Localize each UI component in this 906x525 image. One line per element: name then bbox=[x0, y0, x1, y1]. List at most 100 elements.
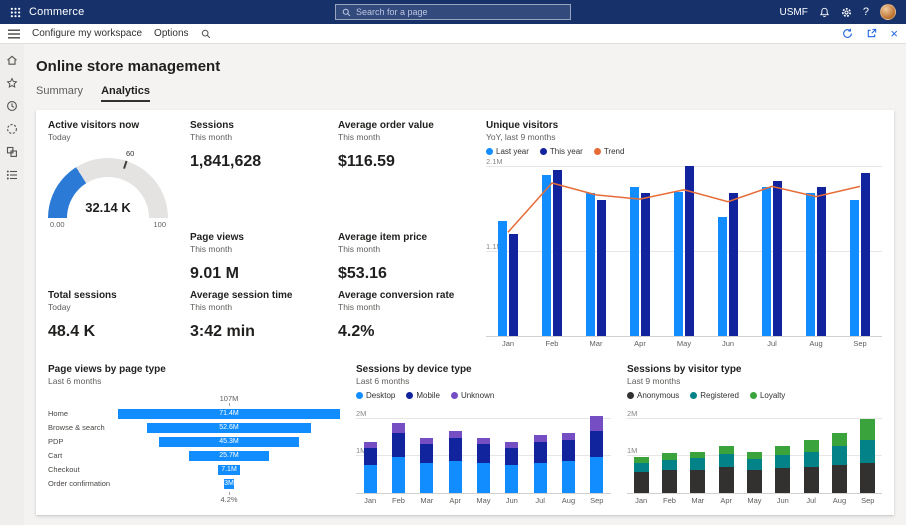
company-selector[interactable]: USMF bbox=[780, 7, 808, 18]
kpi-total-sessions[interactable]: Total sessions Today 48.4 K bbox=[48, 290, 190, 352]
funnel-bar[interactable]: 52.6M bbox=[147, 423, 311, 433]
bar-segment[interactable] bbox=[804, 452, 819, 467]
bar-segment[interactable] bbox=[832, 465, 847, 493]
bar[interactable] bbox=[685, 166, 694, 336]
bar[interactable] bbox=[542, 175, 551, 337]
bar[interactable] bbox=[718, 217, 727, 336]
bar-segment[interactable] bbox=[747, 452, 762, 460]
bar-segment[interactable] bbox=[534, 442, 547, 463]
notifications-bell-icon[interactable] bbox=[819, 7, 830, 18]
bar-segment[interactable] bbox=[775, 446, 790, 455]
bar-segment[interactable] bbox=[590, 431, 603, 457]
bar-segment[interactable] bbox=[804, 440, 819, 451]
stacked-bar[interactable] bbox=[534, 410, 547, 493]
funnel-bar[interactable]: 3M bbox=[224, 479, 233, 489]
bar-segment[interactable] bbox=[662, 460, 677, 471]
rail-home-icon[interactable] bbox=[6, 54, 18, 66]
legend-item[interactable]: Last year bbox=[486, 147, 529, 156]
stacked-bar[interactable] bbox=[662, 410, 677, 493]
stacked-bar[interactable] bbox=[449, 410, 462, 493]
bar-segment[interactable] bbox=[634, 472, 649, 493]
stacked-bar[interactable] bbox=[392, 410, 405, 493]
bar-segment[interactable] bbox=[449, 431, 462, 439]
bar-segment[interactable] bbox=[562, 433, 575, 440]
bar-segment[interactable] bbox=[534, 463, 547, 493]
bar-segment[interactable] bbox=[420, 444, 433, 463]
bar-segment[interactable] bbox=[747, 470, 762, 493]
stacked-bar[interactable] bbox=[505, 410, 518, 493]
funnel-bar[interactable]: 7.1M bbox=[218, 465, 240, 475]
bar-segment[interactable] bbox=[832, 433, 847, 446]
global-search[interactable] bbox=[335, 4, 571, 20]
bar-segment[interactable] bbox=[662, 470, 677, 493]
bar-segment[interactable] bbox=[634, 463, 649, 472]
bar-segment[interactable] bbox=[775, 455, 790, 468]
rail-favorites-star-icon[interactable] bbox=[6, 77, 18, 89]
bar[interactable] bbox=[630, 187, 639, 336]
bar[interactable] bbox=[817, 187, 826, 336]
funnel-bar[interactable]: 71.4M bbox=[118, 409, 340, 419]
popout-icon[interactable] bbox=[866, 28, 877, 39]
toolbar-search-icon[interactable] bbox=[201, 29, 211, 39]
funnel-bar[interactable]: 25.7M bbox=[189, 451, 269, 461]
kpi-average-item-price[interactable]: Average item price This month $53.16 bbox=[338, 232, 486, 290]
stacked-bar[interactable] bbox=[719, 410, 734, 493]
rail-workspaces-icon[interactable] bbox=[6, 146, 18, 158]
bar-segment[interactable] bbox=[477, 444, 490, 463]
tab-summary[interactable]: Summary bbox=[36, 85, 83, 102]
bar[interactable] bbox=[586, 193, 595, 336]
bar[interactable] bbox=[674, 192, 683, 337]
bar-segment[interactable] bbox=[505, 448, 518, 465]
bar-segment[interactable] bbox=[719, 454, 734, 467]
bar-segment[interactable] bbox=[860, 419, 875, 440]
bar-segment[interactable] bbox=[534, 435, 547, 442]
bar-segment[interactable] bbox=[747, 459, 762, 470]
bar-segment[interactable] bbox=[392, 423, 405, 432]
bar-segment[interactable] bbox=[562, 440, 575, 461]
bar-segment[interactable] bbox=[562, 461, 575, 493]
bar-segment[interactable] bbox=[860, 463, 875, 493]
bar-segment[interactable] bbox=[477, 463, 490, 493]
stacked-bar[interactable] bbox=[420, 410, 433, 493]
bar-segment[interactable] bbox=[719, 467, 734, 493]
kpi-page-views[interactable]: Page views This month 9.01 M bbox=[190, 232, 338, 290]
kpi-average-conversion-rate[interactable]: Average conversion rate This month 4.2% bbox=[338, 290, 486, 352]
stacked-bar[interactable] bbox=[747, 410, 762, 493]
bar-segment[interactable] bbox=[860, 440, 875, 463]
bar[interactable] bbox=[762, 187, 771, 336]
bar[interactable] bbox=[729, 193, 738, 336]
bar-segment[interactable] bbox=[775, 468, 790, 493]
global-search-input[interactable] bbox=[356, 7, 564, 17]
refresh-icon[interactable] bbox=[842, 28, 853, 39]
kpi-average-order-value[interactable]: Average order value This month $116.59 bbox=[338, 120, 486, 232]
legend-item[interactable]: This year bbox=[540, 147, 583, 156]
bar-segment[interactable] bbox=[364, 448, 377, 465]
bar-segment[interactable] bbox=[690, 452, 705, 459]
stacked-bar[interactable] bbox=[477, 410, 490, 493]
settings-gear-icon[interactable] bbox=[841, 7, 852, 18]
bar-segment[interactable] bbox=[804, 467, 819, 493]
stacked-bar[interactable] bbox=[634, 410, 649, 493]
legend-item[interactable]: Loyalty bbox=[750, 391, 785, 400]
bar-segment[interactable] bbox=[690, 458, 705, 469]
stacked-bar[interactable] bbox=[364, 410, 377, 493]
bar-segment[interactable] bbox=[364, 465, 377, 493]
legend-item[interactable]: Anonymous bbox=[627, 391, 679, 400]
user-avatar[interactable] bbox=[880, 4, 896, 20]
bar[interactable] bbox=[773, 181, 782, 336]
stacked-bar[interactable] bbox=[690, 410, 705, 493]
legend-item[interactable]: Mobile bbox=[406, 391, 440, 400]
bar-segment[interactable] bbox=[505, 465, 518, 493]
stacked-bar[interactable] bbox=[590, 410, 603, 493]
bar[interactable] bbox=[641, 193, 650, 336]
app-title[interactable]: Commerce bbox=[29, 6, 84, 18]
legend-item[interactable]: Unknown bbox=[451, 391, 494, 400]
legend-item[interactable]: Desktop bbox=[356, 391, 395, 400]
options-button[interactable]: Options bbox=[154, 28, 188, 39]
help-icon[interactable]: ? bbox=[863, 6, 869, 18]
rail-pending-icon[interactable] bbox=[6, 123, 18, 135]
close-icon[interactable]: × bbox=[890, 27, 898, 40]
bar-segment[interactable] bbox=[719, 446, 734, 454]
bar-segment[interactable] bbox=[392, 457, 405, 493]
bar-segment[interactable] bbox=[590, 457, 603, 493]
